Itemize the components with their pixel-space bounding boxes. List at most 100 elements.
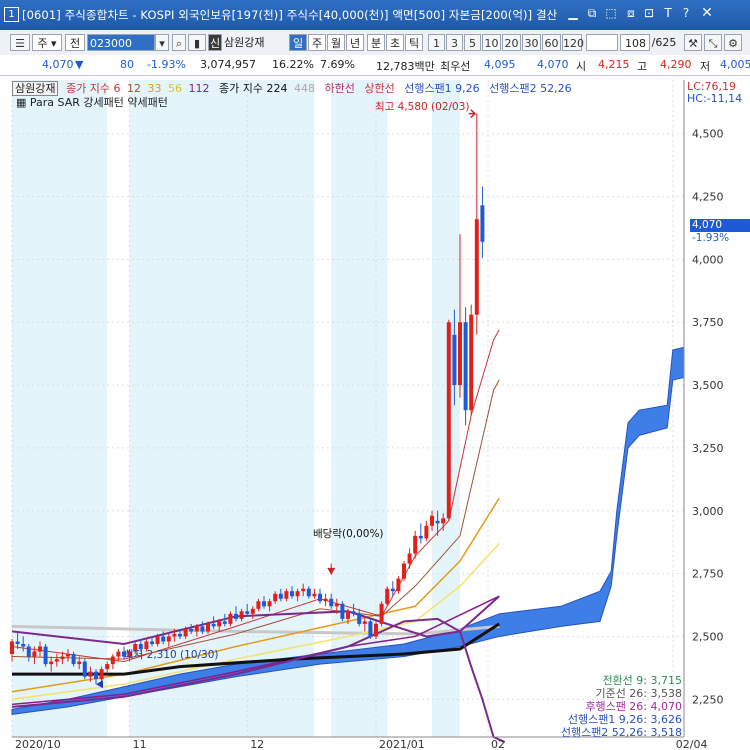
legend-vol-224: 224 — [266, 82, 288, 95]
max-icon[interactable]: ⬚ — [604, 7, 618, 20]
tool-icon-2[interactable]: ⤡ — [704, 34, 722, 51]
restore-icon[interactable]: ⧉ — [585, 7, 599, 20]
period-month[interactable]: 월 — [327, 34, 345, 51]
period-second[interactable]: 초 — [386, 34, 404, 51]
candle-body — [323, 598, 328, 602]
candle-body — [278, 593, 283, 599]
candle-body — [469, 314, 474, 411]
count-total: /625 — [651, 36, 677, 49]
legend-low-limit: 하한선 — [324, 82, 355, 95]
interval-30[interactable]: 30 — [522, 34, 541, 51]
candle-body — [26, 646, 31, 657]
period-day[interactable]: 일 — [289, 34, 307, 51]
candle-body — [480, 205, 485, 242]
lock-icon[interactable]: ⊡ — [642, 7, 656, 20]
settings-icon[interactable]: ⧈ — [624, 7, 638, 20]
candle-body — [116, 651, 121, 657]
candle-body — [217, 621, 222, 627]
candle-body — [368, 621, 373, 637]
candle-body — [318, 593, 322, 602]
low-label: 저 — [700, 60, 711, 73]
candle-body — [250, 608, 255, 614]
current-price: 4,070 — [42, 58, 74, 71]
interval-10[interactable]: 10 — [482, 34, 501, 51]
period-year[interactable]: 년 — [346, 34, 364, 51]
candle-body — [228, 613, 233, 624]
interval-20[interactable]: 20 — [502, 34, 521, 51]
interval-3[interactable]: 3 — [446, 34, 463, 51]
jeon-button[interactable]: 전 — [65, 34, 85, 51]
legend-sar-text: Para SAR 강세패턴 약세패턴 — [29, 96, 168, 109]
market-select[interactable]: 주 ▾ — [32, 34, 62, 51]
stock-code-input[interactable]: 023000 — [87, 34, 155, 51]
legend-span1: 선행스팬1 9,26 — [404, 82, 480, 95]
best-ask-label: 최우선 — [440, 60, 471, 73]
candle-body — [77, 661, 82, 665]
high-price: 4,290 — [660, 58, 692, 71]
candle-body — [150, 641, 154, 644]
tool-icon-1[interactable]: ⚒ — [684, 34, 702, 51]
y-tick-label: 3,500 — [692, 379, 724, 392]
candle-body — [424, 525, 429, 539]
direction-arrow: ▼ — [75, 58, 84, 71]
candle-body — [407, 553, 412, 564]
open-label: 시 — [576, 60, 587, 73]
x-tick-label: 11 — [133, 738, 147, 750]
text-icon[interactable]: T — [661, 7, 675, 20]
candle-body — [161, 636, 166, 642]
ichimoku-span2: 선행스팬2 52,26: 3,518 — [560, 726, 682, 739]
current-pct-tag: -1.93% — [692, 232, 730, 244]
y-tick-label: 3,250 — [692, 442, 724, 455]
candle-body — [351, 611, 356, 614]
quote-info-row: 4,070 ▼ 80 -1.93% 3,074,957 16.22% 7.69%… — [0, 55, 750, 76]
candle-body — [54, 659, 59, 662]
candle-body — [172, 633, 177, 637]
legend-hc: HC:-11,14 — [687, 92, 743, 105]
search-icon[interactable]: ⌕ — [172, 34, 186, 51]
code-dropdown-icon[interactable]: ▾ — [155, 34, 169, 51]
turnover: 7.69% — [320, 58, 355, 71]
current-price-tag: 4,070 — [690, 219, 750, 232]
trade-amount: 12,783백만 — [376, 60, 435, 73]
candle-body — [66, 654, 70, 657]
candle-body — [301, 588, 306, 592]
count-input[interactable]: 108 — [620, 34, 650, 51]
volume: 3,074,957 — [200, 58, 256, 71]
y-tick-label: 4,250 — [692, 191, 724, 204]
y-tick-label: 2,500 — [692, 630, 724, 643]
interval-5[interactable]: 5 — [464, 34, 481, 51]
y-tick-label: 3,000 — [692, 505, 724, 518]
tool-icon-3[interactable]: ⚙ — [724, 34, 742, 51]
help-icon[interactable]: ? — [679, 7, 693, 20]
candle-body — [329, 598, 334, 607]
candle-body — [82, 661, 87, 677]
interval-120[interactable]: 120 — [562, 34, 584, 51]
stock-name: 삼원강재 — [224, 36, 265, 49]
min-icon[interactable]: ▁ — [566, 7, 580, 20]
candle-body — [211, 623, 216, 627]
candle-body — [71, 654, 76, 665]
interval-60[interactable]: 60 — [542, 34, 561, 51]
list-icon[interactable]: ☰ — [10, 34, 30, 51]
price-chart[interactable]: 2,250 2,500 2,750 3,000 3,250 3,500 3,750 4,000… — [0, 76, 750, 750]
chart-type-icon[interactable]: ▮ — [188, 34, 206, 51]
candle-body — [284, 591, 289, 599]
candle-body — [88, 671, 93, 677]
candle-body — [312, 593, 317, 597]
interval-1[interactable]: 1 — [428, 34, 445, 51]
period-tick[interactable]: 틱 — [405, 34, 423, 51]
period-minute[interactable]: 분 — [367, 34, 385, 51]
candle-body — [166, 636, 171, 642]
legend-high-limit: 상한선 — [364, 82, 395, 95]
price-change-pct: -1.93% — [147, 58, 186, 71]
candle-body — [374, 623, 378, 637]
close-icon[interactable]: ✕ — [700, 6, 714, 20]
interval-custom-input[interactable] — [586, 34, 618, 51]
title-bar: 1 [0601] 주식종합차트 - KOSPI 외국인보유[197(천)] 주식… — [0, 0, 750, 30]
candle-body — [262, 601, 266, 607]
legend-vol-448: 448 — [293, 82, 315, 95]
period-week[interactable]: 주 — [308, 34, 326, 51]
badge-new: 신 — [208, 34, 222, 51]
high-label: 고 — [637, 60, 648, 73]
price-change: 80 — [120, 58, 134, 71]
